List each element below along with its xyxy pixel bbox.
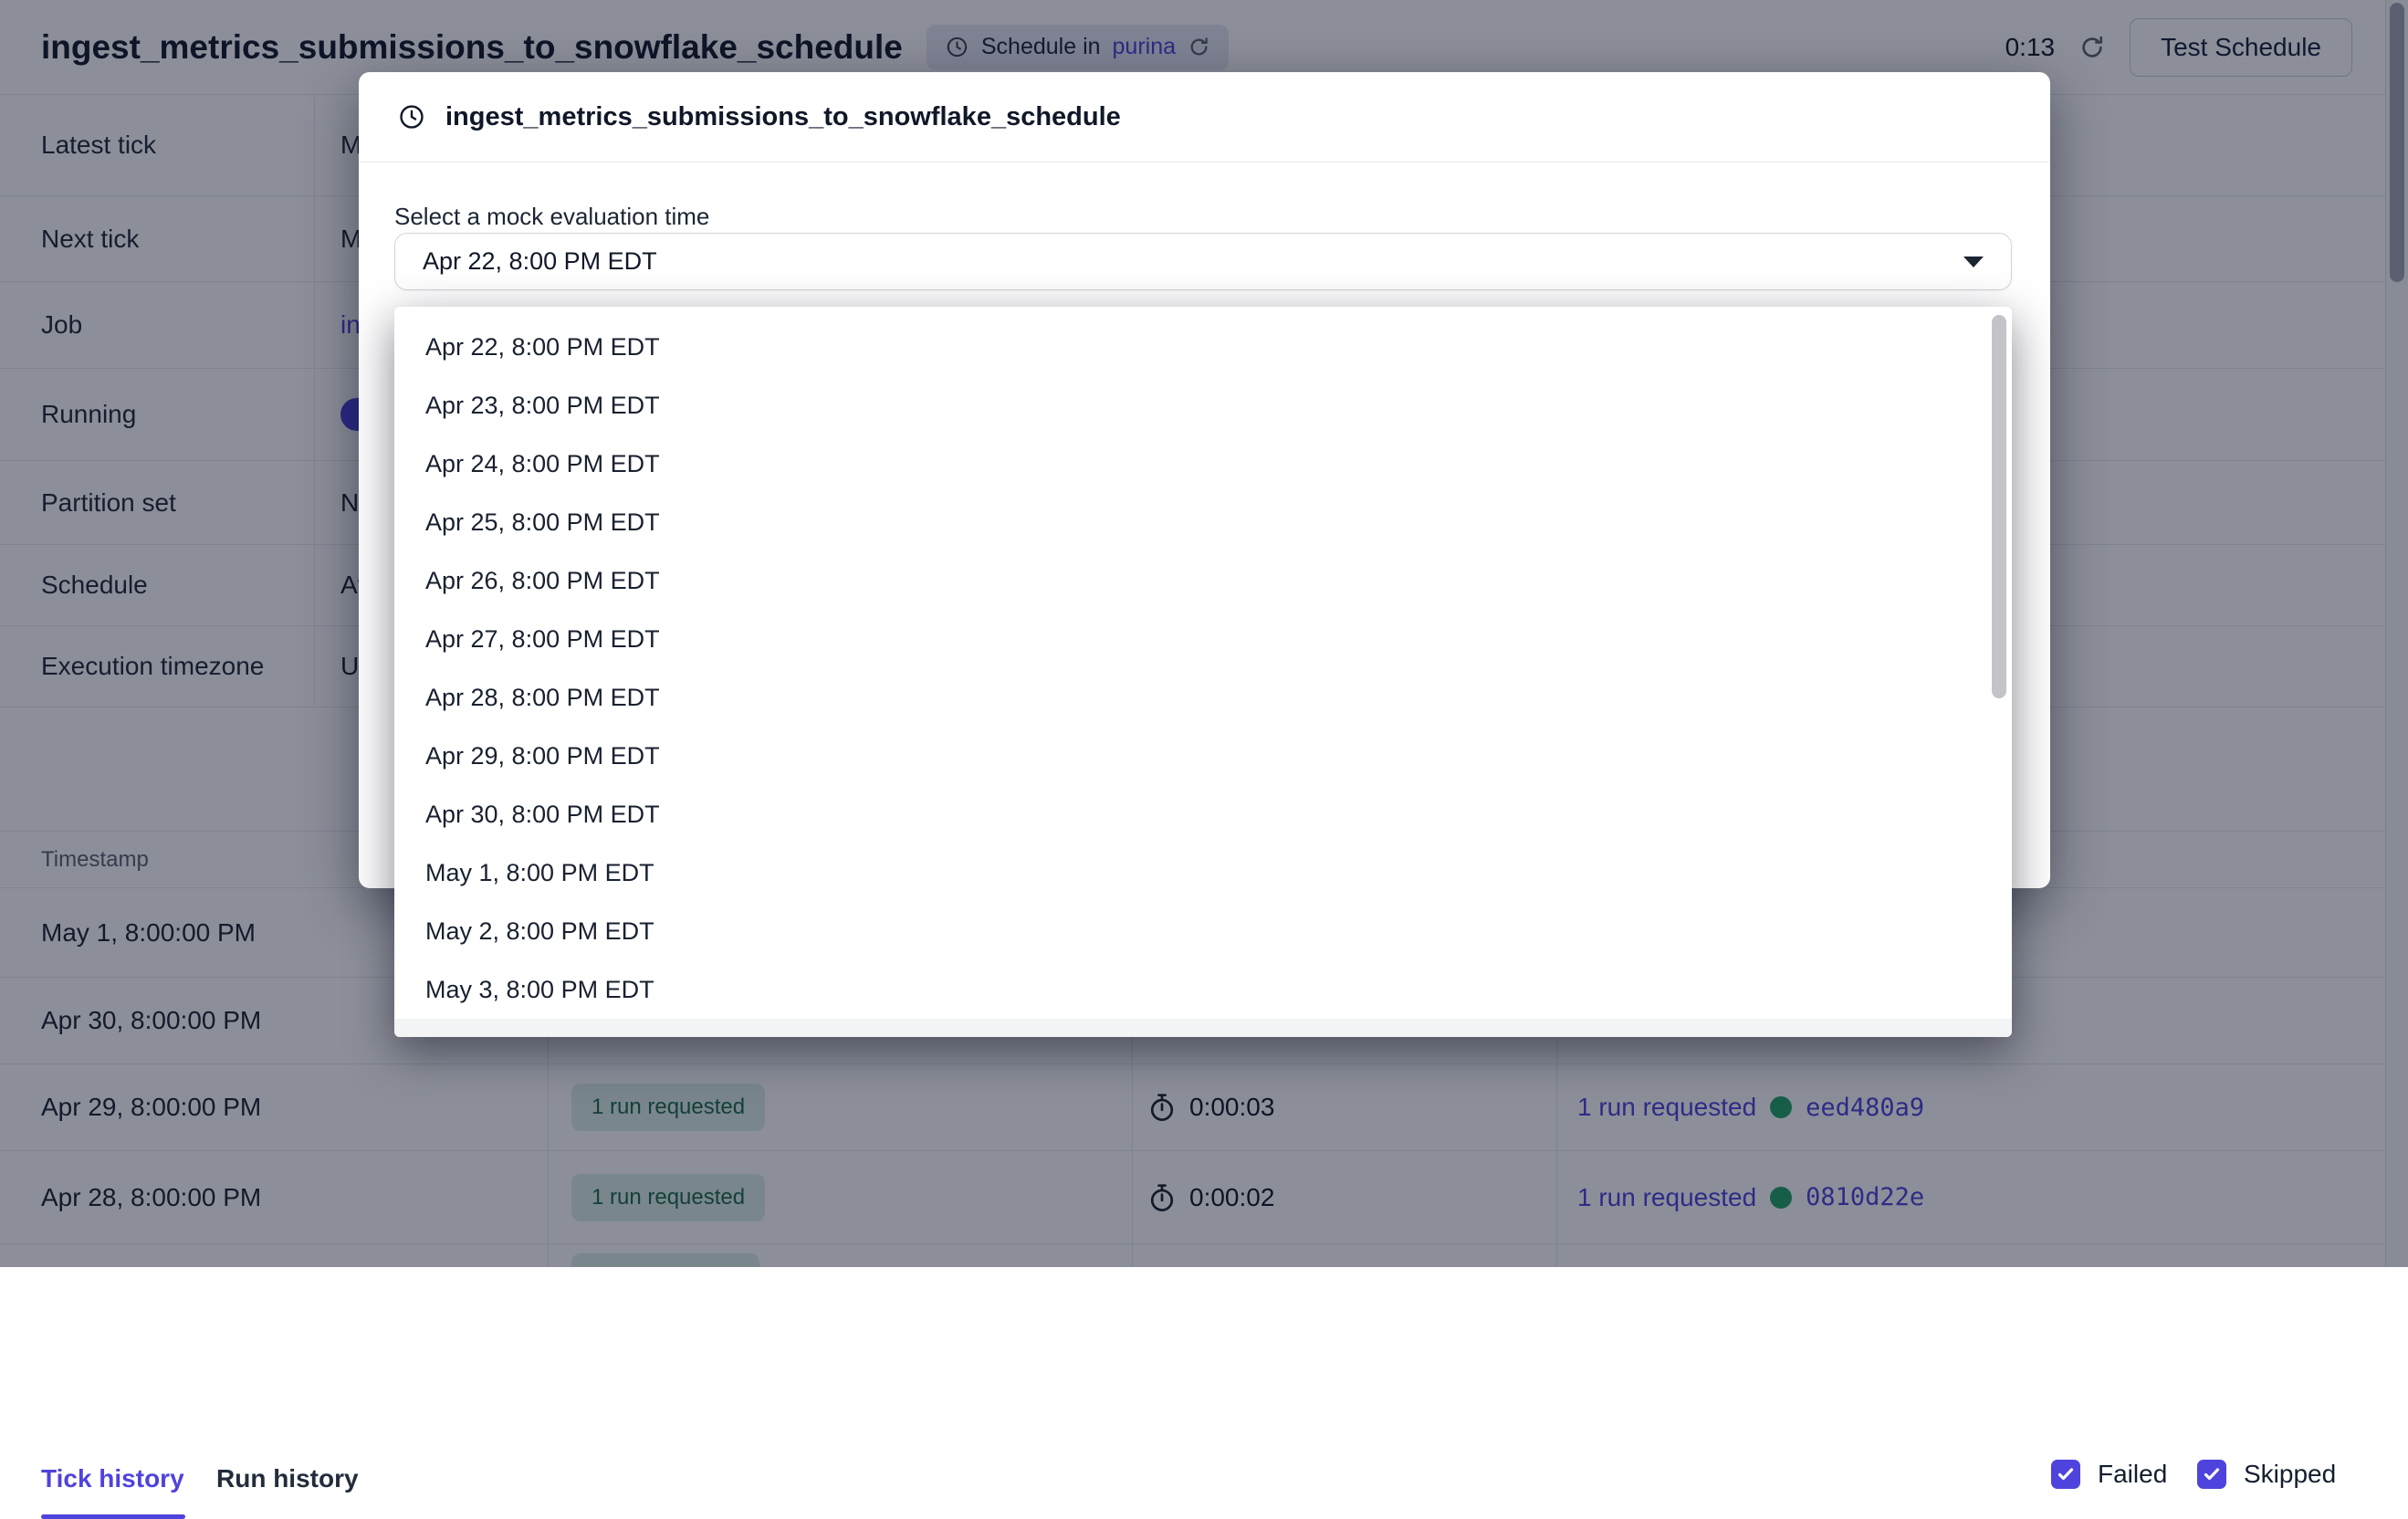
dialog-title: ingest_metrics_submissions_to_snowflake_… xyxy=(445,102,1121,132)
filter-failed[interactable]: Failed xyxy=(2051,1460,2167,1489)
mock-time-select[interactable]: Apr 22, 8:00 PM EDT xyxy=(394,233,2012,290)
dropdown-option[interactable]: May 3, 8:00 PM EDT xyxy=(394,960,2012,1019)
dropdown-option-partial[interactable] xyxy=(394,1019,2012,1037)
dropdown-option[interactable]: Apr 23, 8:00 PM EDT xyxy=(394,376,2012,435)
dropdown-option[interactable]: Apr 22, 8:00 PM EDT xyxy=(394,318,2012,376)
filter-skipped[interactable]: Skipped xyxy=(2197,1460,2336,1489)
dropdown-scrollbar-thumb[interactable] xyxy=(1992,315,2006,698)
tab-tick-history[interactable]: Tick history xyxy=(41,1464,184,1493)
dropdown-option[interactable]: Apr 30, 8:00 PM EDT xyxy=(394,785,2012,843)
mock-time-label: Select a mock evaluation time xyxy=(394,203,709,231)
dropdown-option[interactable]: Apr 25, 8:00 PM EDT xyxy=(394,493,2012,551)
mock-time-dropdown: Apr 22, 8:00 PM EDT Apr 23, 8:00 PM EDT … xyxy=(394,307,2012,1037)
dropdown-option[interactable]: Apr 28, 8:00 PM EDT xyxy=(394,668,2012,727)
tab-run-history[interactable]: Run history xyxy=(216,1464,359,1493)
skipped-checkbox[interactable] xyxy=(2197,1460,2226,1489)
check-icon xyxy=(2201,1463,2223,1485)
dialog-header: ingest_metrics_submissions_to_snowflake_… xyxy=(359,72,2050,162)
select-value: Apr 22, 8:00 PM EDT xyxy=(423,247,657,276)
dropdown-option[interactable]: Apr 24, 8:00 PM EDT xyxy=(394,435,2012,493)
dropdown-option[interactable]: Apr 27, 8:00 PM EDT xyxy=(394,610,2012,668)
check-icon xyxy=(2055,1463,2077,1485)
failed-checkbox[interactable] xyxy=(2051,1460,2080,1489)
caret-down-icon xyxy=(1963,257,1984,267)
active-tab-underline xyxy=(41,1514,185,1519)
dropdown-option[interactable]: Apr 29, 8:00 PM EDT xyxy=(394,727,2012,785)
clock-icon xyxy=(397,102,426,131)
skipped-label: Skipped xyxy=(2244,1460,2336,1489)
dropdown-option[interactable]: Apr 26, 8:00 PM EDT xyxy=(394,551,2012,610)
failed-label: Failed xyxy=(2098,1460,2167,1489)
dropdown-option[interactable]: May 1, 8:00 PM EDT xyxy=(394,843,2012,902)
dropdown-option[interactable]: May 2, 8:00 PM EDT xyxy=(394,902,2012,960)
